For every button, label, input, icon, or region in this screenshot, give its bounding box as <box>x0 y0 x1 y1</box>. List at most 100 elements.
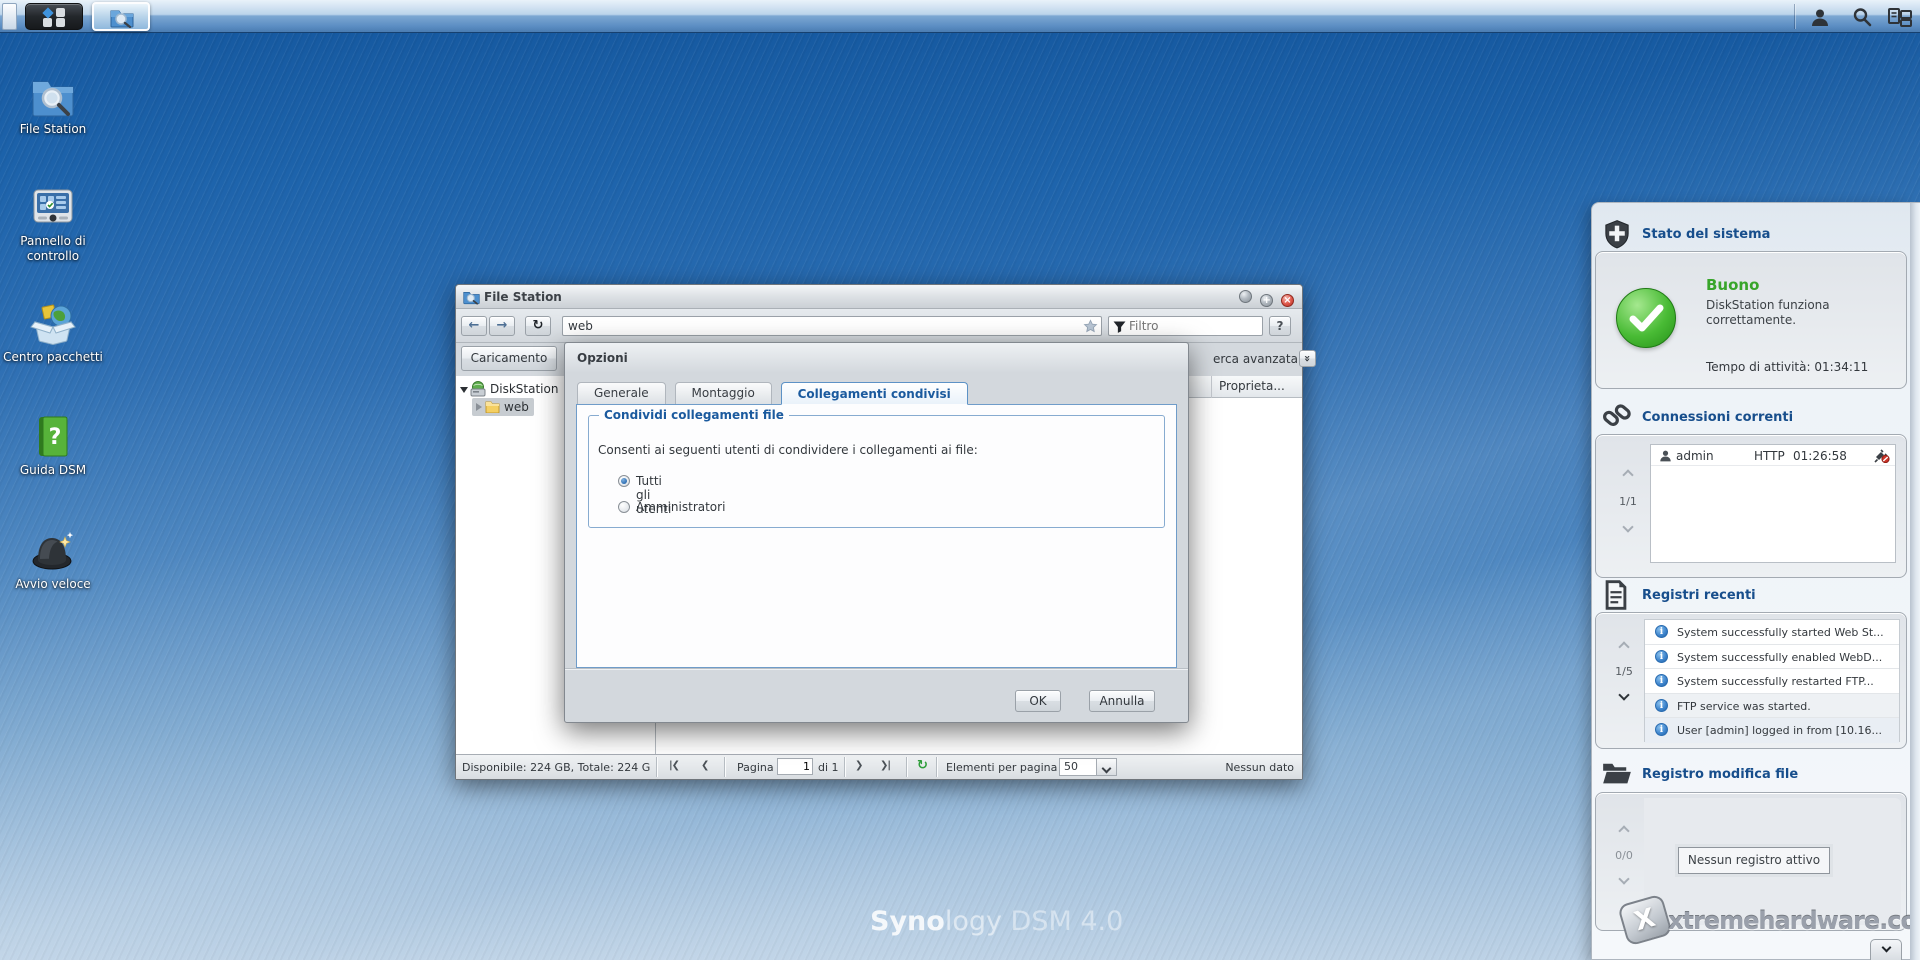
main-menu-button[interactable] <box>25 3 83 30</box>
forward-button[interactable]: → <box>489 316 515 336</box>
advanced-search-toggle[interactable]: » <box>1299 350 1316 367</box>
info-icon: i <box>1655 625 1668 638</box>
maximize-button[interactable]: + <box>1260 294 1274 307</box>
folder-icon <box>485 401 500 413</box>
connection-protocol: HTTP <box>1754 449 1785 463</box>
upload-button[interactable]: Caricamento <box>461 346 557 371</box>
last-page-button[interactable]: ❯| <box>880 760 891 771</box>
radio-selected-icon[interactable] <box>618 475 630 487</box>
uptime-label: Tempo di attività: 01:34:11 <box>1706 360 1869 374</box>
desktop-icon-control-panel[interactable]: Pannello di controllo <box>3 186 103 264</box>
section-title: Registri recenti <box>1642 588 1756 603</box>
site-watermark-text: xtremehardware.com <box>1668 907 1920 935</box>
folder-search-icon <box>3 74 103 118</box>
file-log-pager-count: 0/0 <box>1615 849 1633 862</box>
user-icon <box>1660 450 1671 462</box>
user-menu-button[interactable] <box>1806 6 1834 28</box>
path-input[interactable] <box>568 318 1073 334</box>
section-title: Registro modifica file <box>1642 767 1799 782</box>
filter-funnel-icon <box>1113 321 1126 333</box>
chevron-up-icon <box>1618 641 1630 653</box>
chevron-up-icon <box>1622 469 1634 481</box>
shield-icon <box>1605 220 1629 249</box>
connections-pager-down[interactable] <box>1610 521 1646 534</box>
desktop-icon-quick-start[interactable]: Avvio veloce <box>3 529 103 592</box>
connection-row[interactable]: admin HTTP 01:26:58 <box>1651 445 1895 466</box>
widget-panel-collapse-button[interactable] <box>1870 939 1902 960</box>
prev-page-button[interactable]: ❮ <box>701 760 709 771</box>
double-chevron-down-icon: » <box>1301 354 1314 363</box>
first-page-button[interactable]: |❮ <box>669 760 680 771</box>
radio-label: Amministratori <box>636 500 726 514</box>
log-text: System successfully started Web St... <box>1677 626 1884 639</box>
connection-time: 01:26:58 <box>1793 449 1847 463</box>
refresh-list-button[interactable]: ↻ <box>917 758 928 773</box>
radio-unselected-icon[interactable] <box>618 501 630 513</box>
file-change-log-header: Registro modifica file <box>1592 759 1910 791</box>
section-title: Stato del sistema <box>1642 227 1771 242</box>
logs-pager-up[interactable] <box>1606 641 1642 654</box>
refresh-button[interactable]: ↻ <box>525 316 551 336</box>
status-ok-icon <box>1616 288 1676 348</box>
desktop-icon-file-station[interactable]: File Station <box>3 74 103 137</box>
dialog-title: Opzioni <box>577 351 628 365</box>
log-row[interactable]: i System successfully started Web St... <box>1645 620 1899 645</box>
capacity-status: Disponibile: 224 GB, Totale: 224 G <box>462 761 651 774</box>
log-row[interactable]: i System successfully enabled WebD... <box>1645 645 1899 669</box>
help-button[interactable]: ? <box>1269 316 1291 336</box>
recent-logs-box: 1/5 i System successfully started Web St… <box>1595 612 1907 749</box>
dialog-titlebar[interactable]: Opzioni <box>565 343 1188 373</box>
desktop-icon-package-center[interactable]: Centro pacchetti <box>3 302 103 365</box>
column-header-properties[interactable]: Proprieta... <box>1211 376 1302 398</box>
page-number-input[interactable] <box>778 759 810 774</box>
file-log-pager-down[interactable] <box>1606 873 1642 886</box>
close-button[interactable]: × <box>1281 294 1294 307</box>
file-change-log-empty-area: Nessun registro attivo <box>1644 798 1901 925</box>
search-icon <box>1853 8 1872 27</box>
share-links-description: Consenti ai seguenti utenti di condivide… <box>598 443 978 457</box>
bookmark-star-icon[interactable] <box>1083 319 1098 334</box>
statusbar-separator <box>724 757 725 777</box>
file-station-taskbar-button[interactable] <box>92 2 150 31</box>
tree-item-label: DiskStation <box>490 382 559 396</box>
options-dialog: Opzioni Generale Montaggio Collegamenti … <box>564 342 1189 723</box>
system-status-box: Buono DiskStation funziona correttamente… <box>1595 251 1907 389</box>
log-row[interactable]: i System successfully restarted FTP... <box>1645 669 1899 694</box>
connections-pager-up[interactable] <box>1610 469 1646 482</box>
ok-button[interactable]: OK <box>1015 690 1061 712</box>
package-center-icon <box>3 302 103 346</box>
minimize-button[interactable] <box>1239 290 1253 303</box>
pilot-view-button[interactable] <box>1886 6 1914 28</box>
window-titlebar[interactable]: File Station + × <box>456 285 1302 309</box>
product-text: DSM 4.0 <box>1001 906 1124 937</box>
file-station-statusbar: Disponibile: 224 GB, Totale: 224 G |❮ ❮ … <box>456 754 1302 779</box>
file-log-pager-up[interactable] <box>1606 825 1642 838</box>
desktop-icon-label: Guida DSM <box>19 463 87 477</box>
info-icon: i <box>1655 698 1668 712</box>
no-active-log-button[interactable]: Nessun registro attivo <box>1678 847 1830 874</box>
tab-montaggio[interactable]: Montaggio <box>674 382 772 404</box>
desktop-icon-label: Centro pacchetti <box>3 350 103 364</box>
tab-generale[interactable]: Generale <box>577 382 666 404</box>
tab-collegamenti-condivisi[interactable]: Collegamenti condivisi <box>780 382 968 405</box>
info-icon: i <box>1655 723 1668 736</box>
search-button[interactable] <box>1848 6 1876 28</box>
next-page-button[interactable]: ❯ <box>855 760 863 771</box>
cancel-button[interactable]: Annulla <box>1089 690 1155 712</box>
show-desktop-button[interactable] <box>2 3 17 30</box>
per-page-value[interactable]: 50 <box>1059 758 1097 776</box>
desktop-icon-label: Pannello di controllo <box>20 234 86 263</box>
logs-pager-down[interactable] <box>1606 689 1642 702</box>
per-page-dropdown-button[interactable] <box>1097 758 1117 776</box>
filter-input[interactable] <box>1129 318 1259 334</box>
caret-collapsed-icon[interactable] <box>476 403 482 411</box>
log-row[interactable]: i FTP service was started. <box>1645 693 1899 718</box>
taskbar-separator <box>1794 4 1795 29</box>
chevron-up-icon <box>1618 825 1630 837</box>
desktop-icon-dsm-help[interactable]: ? Guida DSM <box>3 415 103 478</box>
log-row[interactable]: i User [admin] logged in from [10.16... <box>1645 718 1899 743</box>
page-of-label: di 1 <box>818 761 839 774</box>
caret-expanded-icon[interactable] <box>460 387 468 393</box>
disconnect-icon[interactable] <box>1874 448 1890 463</box>
back-button[interactable]: ← <box>461 316 487 336</box>
